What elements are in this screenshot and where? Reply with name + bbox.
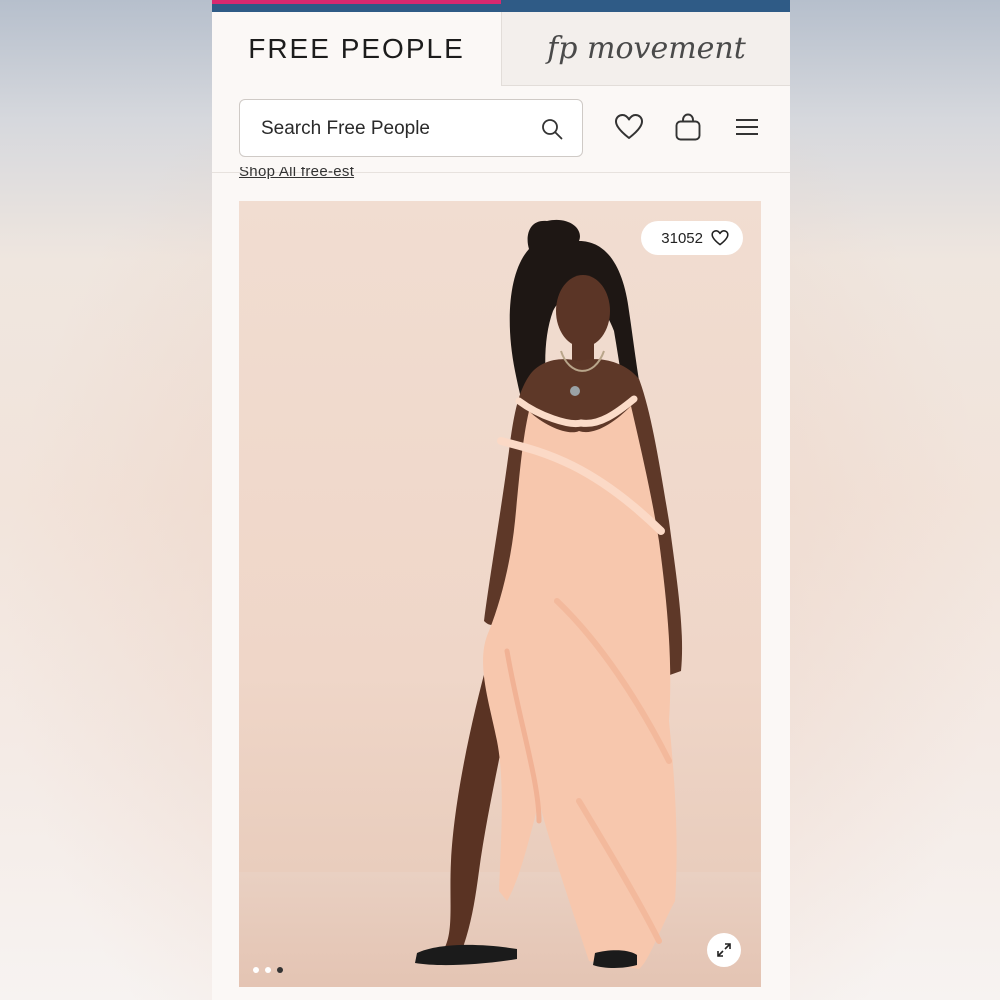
carousel-dot-1[interactable] [253,967,259,973]
heart-icon[interactable] [614,112,644,142]
top-color-bar [212,0,790,12]
tab-free-people[interactable]: FREE PEOPLE [212,12,501,86]
search-input[interactable] [240,100,553,158]
free-people-logo: FREE PEOPLE [248,33,465,64]
carousel-dot-3[interactable] [277,967,283,973]
like-button[interactable]: 31052 [641,221,743,255]
product-image[interactable]: 31052 [239,201,761,987]
like-count: 31052 [661,229,703,247]
expand-icon [717,943,731,957]
carousel-dots [253,967,283,973]
search-icon[interactable] [540,117,564,141]
header [212,86,790,173]
phone-screen: FREE PEOPLE fp movement Shop All free-es… [212,0,790,1000]
model-photo [415,219,683,969]
carousel-dot-2[interactable] [265,967,271,973]
expand-button[interactable] [707,933,741,967]
fp-movement-logo: fp movement [547,31,746,66]
brand-tabs: FREE PEOPLE fp movement [212,12,790,86]
active-brand-indicator [212,0,501,4]
tab-fp-movement[interactable]: fp movement [501,12,790,86]
menu-icon[interactable] [732,112,762,142]
heart-icon [711,230,729,246]
search-box[interactable] [239,99,583,158]
bag-icon[interactable] [673,112,703,142]
